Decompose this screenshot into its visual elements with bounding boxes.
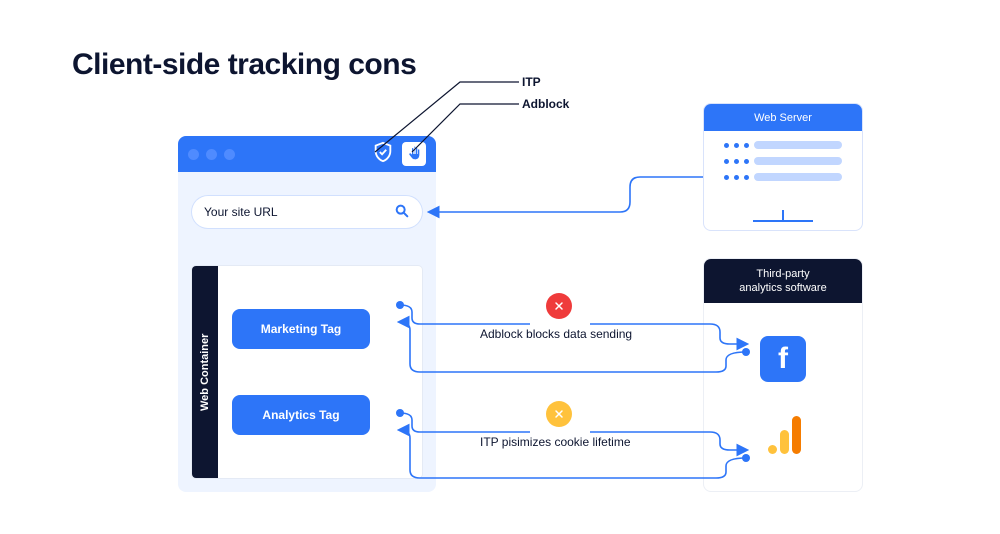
blocked-badge-icon [546, 293, 572, 319]
marketing-tag: Marketing Tag [232, 309, 370, 349]
annotation-adblock: Adblock [522, 97, 569, 111]
facebook-icon: f [760, 336, 806, 382]
url-input[interactable]: Your site URL [192, 196, 422, 228]
web-server-title: Web Server [704, 104, 862, 131]
window-dot-icon [224, 149, 235, 160]
shield-icon [372, 141, 394, 168]
third-party-title: Third-party analytics software [704, 259, 862, 303]
warning-badge-icon [546, 401, 572, 427]
message-itp: ITP pisimizes cookie lifetime [480, 435, 631, 449]
message-adblock: Adblock blocks data sending [480, 327, 632, 341]
browser-titlebar [178, 136, 436, 172]
third-party-box: Third-party analytics software f [703, 258, 863, 492]
window-dot-icon [188, 149, 199, 160]
web-container: Web Container Marketing Tag Analytics Ta… [192, 266, 422, 478]
hand-stop-icon [402, 142, 426, 166]
browser-window: Your site URL Web Container Marketing Ta… [178, 136, 436, 492]
window-dot-icon [206, 149, 217, 160]
google-analytics-icon [760, 412, 806, 458]
url-placeholder: Your site URL [204, 205, 278, 219]
page-title: Client-side tracking cons [72, 48, 416, 82]
web-container-label: Web Container [192, 266, 218, 478]
web-server-box: Web Server [703, 103, 863, 231]
annotation-itp: ITP [522, 75, 541, 89]
search-icon[interactable] [394, 203, 410, 222]
analytics-tag: Analytics Tag [232, 395, 370, 435]
server-racks [704, 131, 862, 191]
